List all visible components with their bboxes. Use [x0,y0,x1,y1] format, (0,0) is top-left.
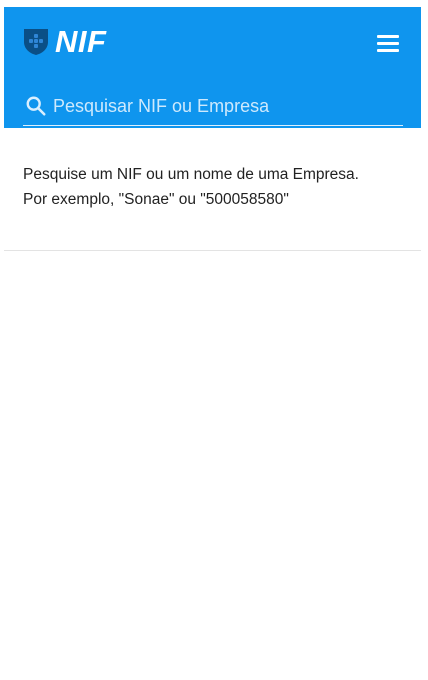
status-strip [0,0,428,7]
search-icon [26,96,46,116]
hint-text-line-2: Por exemplo, "Sonae" ou "500058580" [23,191,289,208]
app-header: NIF [4,7,421,128]
search-input[interactable] [53,95,393,117]
app-screen: NIF Pesquise um NIF ou um nome de uma Em… [0,0,428,680]
hint-text-line-1: Pesquise um NIF ou um nome de uma Empres… [23,166,359,183]
search-hint-panel: Pesquise um NIF ou um nome de uma Empres… [4,128,421,251]
search-bar[interactable] [23,87,403,126]
app-logo: NIF [23,24,107,59]
shield-icon [24,29,48,55]
hamburger-menu-icon[interactable] [376,33,400,53]
app-title: NIF [55,24,107,59]
